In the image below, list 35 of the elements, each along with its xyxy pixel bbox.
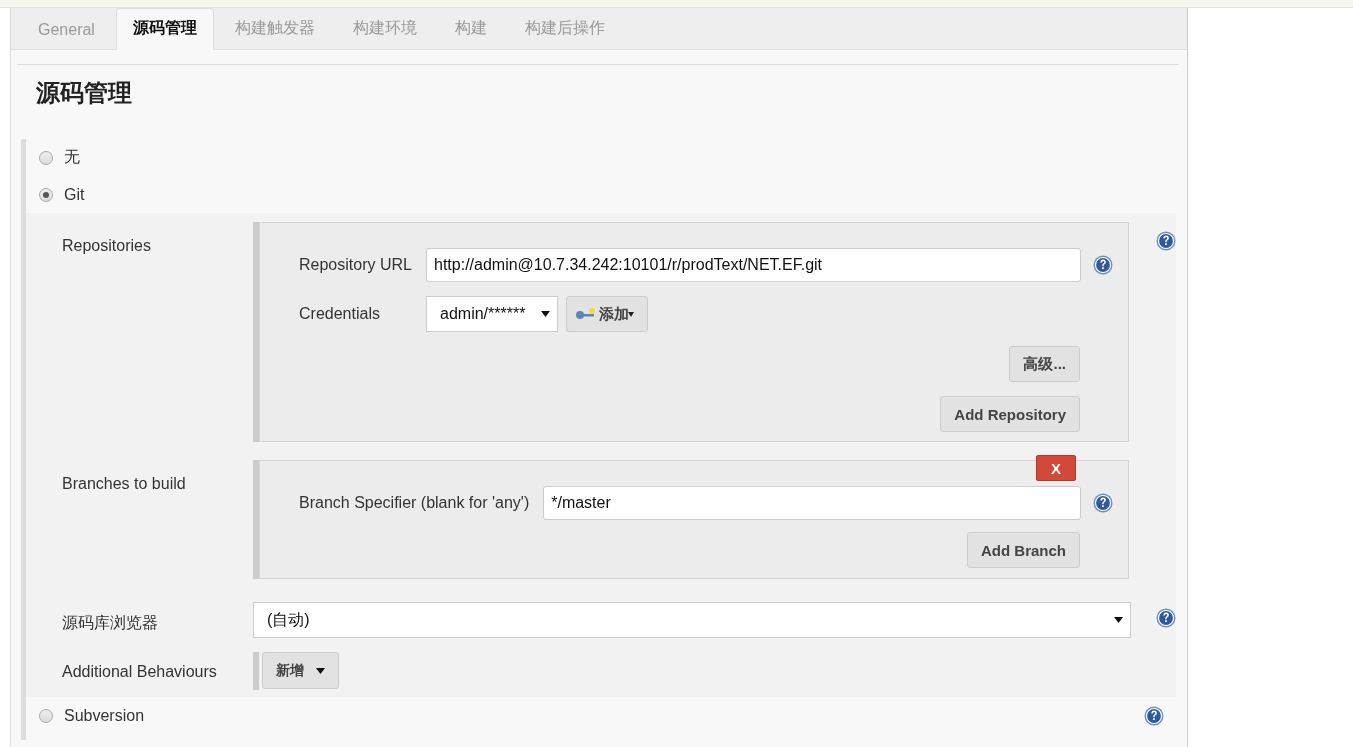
add-branch-button[interactable]: Add Branch	[967, 532, 1080, 568]
field-label: 源码库浏览器	[62, 612, 159, 633]
add-credentials-button[interactable]: 添加	[566, 296, 648, 332]
radio-label: 无	[64, 147, 80, 167]
field-label: Repository URL	[299, 256, 412, 274]
help-icon[interactable]	[1093, 255, 1113, 275]
section-title: 源码管理	[17, 64, 1179, 123]
radio-button[interactable]	[39, 150, 53, 165]
help-icon[interactable]	[1156, 608, 1176, 628]
caret-icon	[316, 667, 325, 674]
repository-url-field[interactable]: http://admin@10.7.34.242:10101/r/prodText/NET.EF.git	[426, 248, 1081, 282]
key-icon	[575, 307, 597, 321]
radio-button[interactable]	[39, 708, 53, 723]
caret-icon	[628, 312, 634, 317]
add-behaviour-button[interactable]: 新增	[262, 652, 339, 689]
field-label: Branches to build	[62, 474, 187, 494]
caret-icon	[1114, 617, 1123, 623]
browser-dropdown[interactable]: (自动)	[253, 602, 1131, 638]
help-icon[interactable]	[1093, 493, 1113, 513]
field-label: Credentials	[299, 305, 381, 323]
radio-label: Subversion	[64, 706, 145, 725]
field-label: Additional Behaviours	[62, 662, 218, 681]
add-repository-button[interactable]: Add Repository	[940, 396, 1080, 432]
radio-button[interactable]	[39, 187, 53, 202]
tab[interactable]: 源码管理	[115, 8, 214, 50]
caret-icon	[541, 311, 550, 317]
field-label: Branch Specifier (blank for 'any')	[299, 494, 530, 512]
advanced-button[interactable]: 高级...	[1009, 346, 1080, 382]
help-icon[interactable]	[1156, 231, 1176, 251]
delete-button[interactable]: X	[1036, 455, 1076, 481]
radio-label: Git	[64, 185, 85, 204]
help-icon[interactable]	[1144, 705, 1164, 726]
field-label: Repositories	[62, 236, 152, 256]
branch-specifier-field[interactable]: */master	[543, 486, 1081, 520]
credentials-dropdown[interactable]: admin/******	[426, 296, 558, 332]
